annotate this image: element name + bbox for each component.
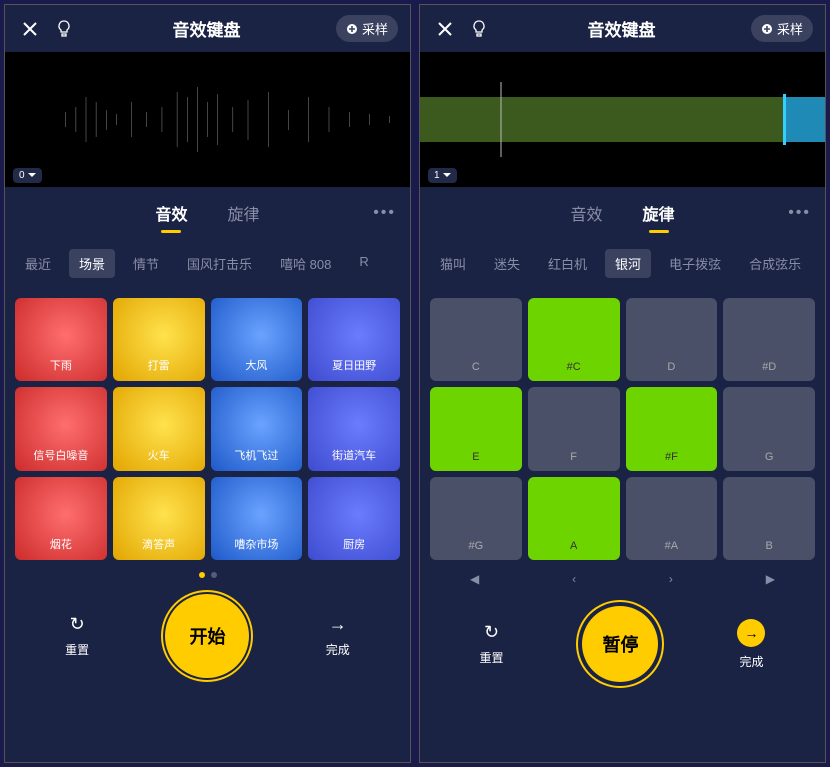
category-tab[interactable]: 国风打击乐	[177, 249, 262, 278]
note-pad[interactable]: A	[528, 477, 620, 560]
lightbulb-icon[interactable]	[51, 16, 77, 42]
category-tab[interactable]: 最近	[15, 249, 61, 278]
note-pad[interactable]: D	[626, 298, 718, 381]
category-row[interactable]: 最近场景情节国风打击乐嘻哈 808 R	[5, 231, 410, 288]
main-tabs: 音效 旋律 •••	[5, 187, 410, 231]
sound-pad[interactable]: 火车	[113, 387, 205, 470]
category-tab[interactable]: 嘻哈 808	[270, 249, 341, 278]
sound-pad[interactable]: 烟花	[15, 477, 107, 560]
category-tab[interactable]: 场景	[69, 249, 115, 278]
lightbulb-icon[interactable]	[466, 16, 492, 42]
close-icon[interactable]	[17, 16, 43, 42]
arrow-right-icon: →	[329, 614, 347, 635]
sound-pad[interactable]: 下雨	[15, 298, 107, 381]
page-title: 音效键盘	[85, 16, 328, 41]
close-icon[interactable]	[432, 16, 458, 42]
sample-button-label: 采样	[362, 19, 388, 38]
tab-melody[interactable]: 旋律	[643, 201, 675, 225]
pause-button[interactable]: 暂停	[582, 606, 658, 682]
sound-pad[interactable]: 厨房	[308, 477, 400, 560]
note-pad[interactable]: F	[528, 387, 620, 470]
page-title: 音效键盘	[500, 16, 743, 41]
note-pad[interactable]: #F	[626, 387, 718, 470]
waveform-display[interactable]: 0	[5, 52, 410, 187]
category-tab[interactable]: 迷失	[484, 249, 530, 278]
page-dot[interactable]	[211, 572, 217, 578]
nav-last-icon[interactable]: ▶	[766, 572, 775, 586]
main-tabs: 音效 旋律 •••	[420, 187, 825, 231]
note-pad[interactable]: #A	[626, 477, 718, 560]
category-tab[interactable]: 银河	[605, 249, 651, 278]
category-tab[interactable]: 电子拨弦	[659, 249, 731, 278]
screen-left: 音效键盘 采样 0 音效 旋律 ••• 最近场景情节国风打	[4, 4, 411, 763]
reset-icon: ↻	[484, 622, 499, 643]
controls-row: ↻ 重置 开始 → 完成	[5, 584, 410, 692]
sound-pad[interactable]: 大风	[211, 298, 303, 381]
category-row[interactable]: 猫叫迷失红白机银河电子拨弦合成弦乐	[420, 231, 825, 288]
note-pad[interactable]: G	[723, 387, 815, 470]
grid-nav: ◀ ‹ › ▶	[420, 566, 825, 592]
done-button[interactable]: → 完成	[737, 619, 765, 670]
page-indicator	[5, 566, 410, 584]
page-dot[interactable]	[199, 572, 205, 578]
nav-next-icon[interactable]: ›	[669, 572, 673, 586]
more-icon[interactable]: •••	[788, 204, 811, 222]
note-pad[interactable]: B	[723, 477, 815, 560]
category-tab[interactable]: 合成弦乐	[739, 249, 811, 278]
category-tab[interactable]: 情节	[123, 249, 169, 278]
play-button[interactable]: 开始	[169, 598, 245, 674]
note-pad[interactable]: E	[430, 387, 522, 470]
header: 音效键盘 采样	[420, 5, 825, 52]
done-button[interactable]: → 完成	[326, 614, 350, 658]
reset-icon: ↻	[70, 614, 85, 635]
sample-button[interactable]: 采样	[751, 15, 813, 42]
note-pad[interactable]: #C	[528, 298, 620, 381]
sound-pad[interactable]: 信号白噪音	[15, 387, 107, 470]
pad-grid: 下雨打雷大风夏日田野信号白噪音火车飞机飞过街道汽车烟花滴答声嘈杂市场厨房	[5, 288, 410, 566]
tab-sound-effects[interactable]: 音效	[570, 201, 602, 225]
controls-row: ↻ 重置 暂停 → 完成	[420, 592, 825, 700]
more-icon[interactable]: •••	[373, 204, 396, 222]
sound-pad[interactable]: 夏日田野	[308, 298, 400, 381]
tab-melody[interactable]: 旋律	[228, 201, 260, 225]
category-tab[interactable]: 红白机	[538, 249, 597, 278]
sound-pad[interactable]: 滴答声	[113, 477, 205, 560]
sound-pad[interactable]: 飞机飞过	[211, 387, 303, 470]
note-pad[interactable]: #D	[723, 298, 815, 381]
screen-right: 音效键盘 采样 1 音效 旋律 ••• 猫叫迷失红白机银河电子拨弦合成弦乐 C#…	[419, 4, 826, 763]
nav-first-icon[interactable]: ◀	[470, 572, 479, 586]
note-pad[interactable]: #G	[430, 477, 522, 560]
tab-sound-effects[interactable]: 音效	[155, 201, 187, 225]
reset-button[interactable]: ↻ 重置	[65, 614, 89, 658]
category-tab[interactable]: R	[349, 249, 378, 278]
sample-button[interactable]: 采样	[336, 15, 398, 42]
note-pad[interactable]: C	[430, 298, 522, 381]
sound-pad[interactable]: 街道汽车	[308, 387, 400, 470]
sample-button-label: 采样	[777, 19, 803, 38]
sound-pad[interactable]: 嘈杂市场	[211, 477, 303, 560]
track-number-badge[interactable]: 1	[428, 168, 457, 183]
waveform-display[interactable]: 1	[420, 52, 825, 187]
note-grid: C#CD#D EF#FG #GA#AB	[420, 288, 825, 566]
nav-prev-icon[interactable]: ‹	[572, 572, 576, 586]
category-tab[interactable]: 猫叫	[430, 249, 476, 278]
track-number-badge[interactable]: 0	[13, 168, 42, 183]
sound-pad[interactable]: 打雷	[113, 298, 205, 381]
header: 音效键盘 采样	[5, 5, 410, 52]
arrow-right-icon: →	[737, 619, 765, 647]
reset-button[interactable]: ↻ 重置	[479, 622, 503, 666]
